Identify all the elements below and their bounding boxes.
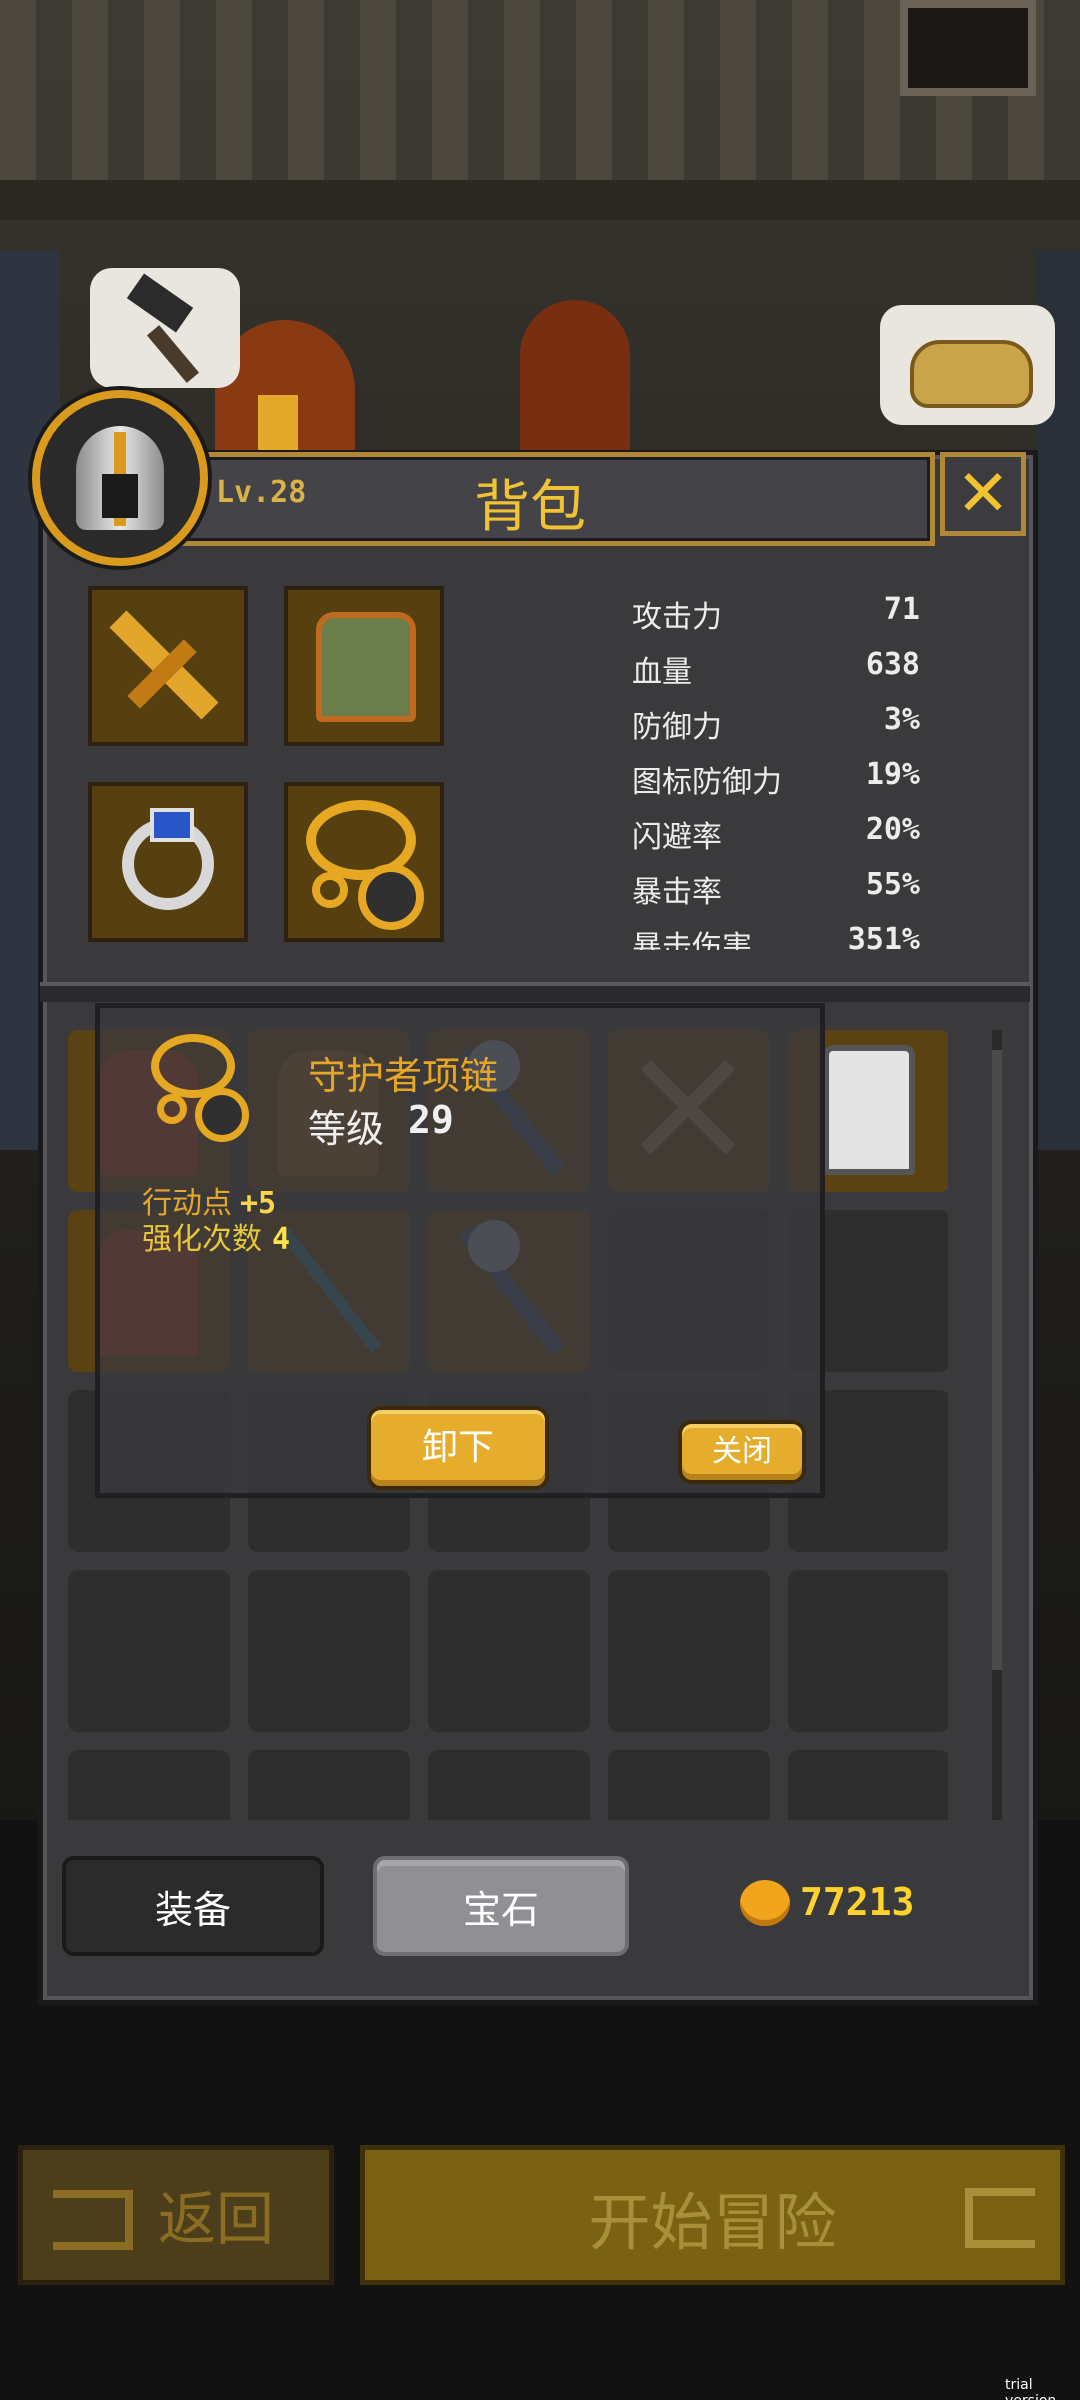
stat-row: 暴击伤害 351%: [630, 914, 920, 950]
stat-row: 暴击率 55%: [630, 859, 920, 914]
necklace-loop: [312, 872, 348, 908]
stat-value: 638: [865, 647, 920, 682]
player-avatar[interactable]: [32, 390, 208, 566]
equip-slot-necklace[interactable]: [284, 782, 444, 942]
unequip-button[interactable]: 卸下: [367, 1406, 549, 1490]
stat-name: 暴击率: [632, 875, 722, 910]
plate-armor-icon: [823, 1045, 915, 1175]
stat-value: 3%: [883, 702, 920, 737]
inventory-cell-empty[interactable]: [608, 1750, 770, 1820]
tooltip-item-icon: [145, 1030, 255, 1142]
trial-watermark: trial version: [1005, 2377, 1056, 2400]
stats-list: 攻击力 71 血量 638 防御力 3% 图标防御力 19% 闪避率 20% 暴击率 55%…: [630, 584, 920, 950]
helmet-visor: [102, 474, 138, 518]
tooltip-level-label: 等级: [308, 1107, 385, 1151]
tooltip-attribute-enhance-count: 强化次数 4: [142, 1214, 290, 1258]
back-button[interactable]: 返回: [18, 2145, 334, 2285]
page-title: 背包: [474, 475, 586, 540]
stat-value: 55%: [865, 867, 920, 902]
equip-slot-weapon[interactable]: [88, 586, 248, 746]
tab-equipment[interactable]: 装备: [62, 1856, 324, 1956]
npc-lantern: [258, 395, 298, 455]
stat-name: 暴击伤害: [632, 930, 752, 950]
game-screen: Lv.28 背包 ✕ 攻击力 71 血量 638 防御力 3% 图标防御力 19% 闪避…: [0, 0, 1080, 2400]
stat-name: 血量: [632, 655, 692, 690]
necklace-gem: [358, 864, 424, 930]
stat-name: 防御力: [632, 710, 722, 745]
blacksmith-hammer-button[interactable]: [90, 268, 240, 388]
stat-row: 防御力 3%: [630, 694, 920, 749]
background-beam: [0, 180, 1080, 220]
inventory-cell-empty[interactable]: [788, 1570, 948, 1732]
tooltip-item-name: 守护者项链: [308, 1054, 499, 1098]
stats-panel: 攻击力 71 血量 638 防御力 3% 图标防御力 19% 闪避率 20% 暴击率 55%…: [630, 584, 930, 950]
tooltip-close-button[interactable]: 关闭: [678, 1420, 806, 1484]
panel-divider: [40, 982, 1030, 1002]
stat-value: 351%: [847, 922, 920, 950]
inventory-cell-empty[interactable]: [428, 1750, 590, 1820]
stat-value: 20%: [865, 812, 920, 847]
hammer-handle: [146, 325, 200, 383]
inventory-cell-empty[interactable]: [788, 1750, 948, 1820]
npc-hooded-figure: [520, 300, 630, 450]
stat-row: 闪避率 20%: [630, 804, 920, 859]
merchant-bag-button[interactable]: [880, 305, 1055, 425]
background-window: [900, 0, 1036, 96]
attribute-label: 强化次数: [142, 1222, 262, 1257]
stat-name: 图标防御力: [632, 765, 782, 800]
close-icon: ✕: [956, 457, 1010, 531]
stat-name: 闪避率: [632, 820, 722, 855]
equip-slot-armor[interactable]: [284, 586, 444, 746]
inventory-cell-empty[interactable]: [608, 1570, 770, 1732]
stat-value: 71: [883, 592, 920, 627]
helmet-icon: [76, 426, 164, 530]
stat-value: 19%: [865, 757, 920, 792]
player-level: Lv.28: [216, 475, 307, 510]
gold-coin-icon: [740, 1880, 790, 1926]
inventory-cell-empty[interactable]: [248, 1750, 410, 1820]
start-adventure-button[interactable]: 开始冒险: [360, 2145, 1065, 2285]
inventory-cell-empty[interactable]: [248, 1570, 410, 1732]
necklace-loop: [157, 1094, 187, 1124]
tab-gems[interactable]: 宝石: [373, 1856, 629, 1956]
gold-amount: 77213: [800, 1880, 915, 1924]
scrollbar-thumb[interactable]: [992, 1050, 1002, 1670]
inventory-cell-empty[interactable]: [68, 1750, 230, 1820]
exit-icon: [53, 2190, 133, 2250]
attribute-value: 4: [272, 1222, 291, 1257]
inventory-cell-empty[interactable]: [428, 1570, 590, 1732]
start-button-label: 开始冒险: [588, 2186, 837, 2259]
inventory-scrollbar[interactable]: [992, 1030, 1002, 1820]
stat-row: 血量 638: [630, 639, 920, 694]
tooltip-level-value: 29: [408, 1098, 454, 1142]
inventory-cell-empty[interactable]: [68, 1570, 230, 1732]
stat-name: 攻击力: [632, 600, 722, 635]
money-bag-icon: [910, 340, 1033, 408]
equip-slot-ring[interactable]: [88, 782, 248, 942]
back-button-label: 返回: [158, 2185, 275, 2253]
enter-icon: [965, 2188, 1035, 2248]
hammer-icon: [126, 273, 194, 333]
close-button[interactable]: ✕: [940, 452, 1026, 536]
necklace-gem: [195, 1088, 249, 1142]
stat-row: 图标防御力 19%: [630, 749, 920, 804]
ring-gem: [150, 808, 194, 842]
stat-row: 攻击力 71: [630, 584, 920, 639]
armor-icon: [316, 612, 416, 722]
